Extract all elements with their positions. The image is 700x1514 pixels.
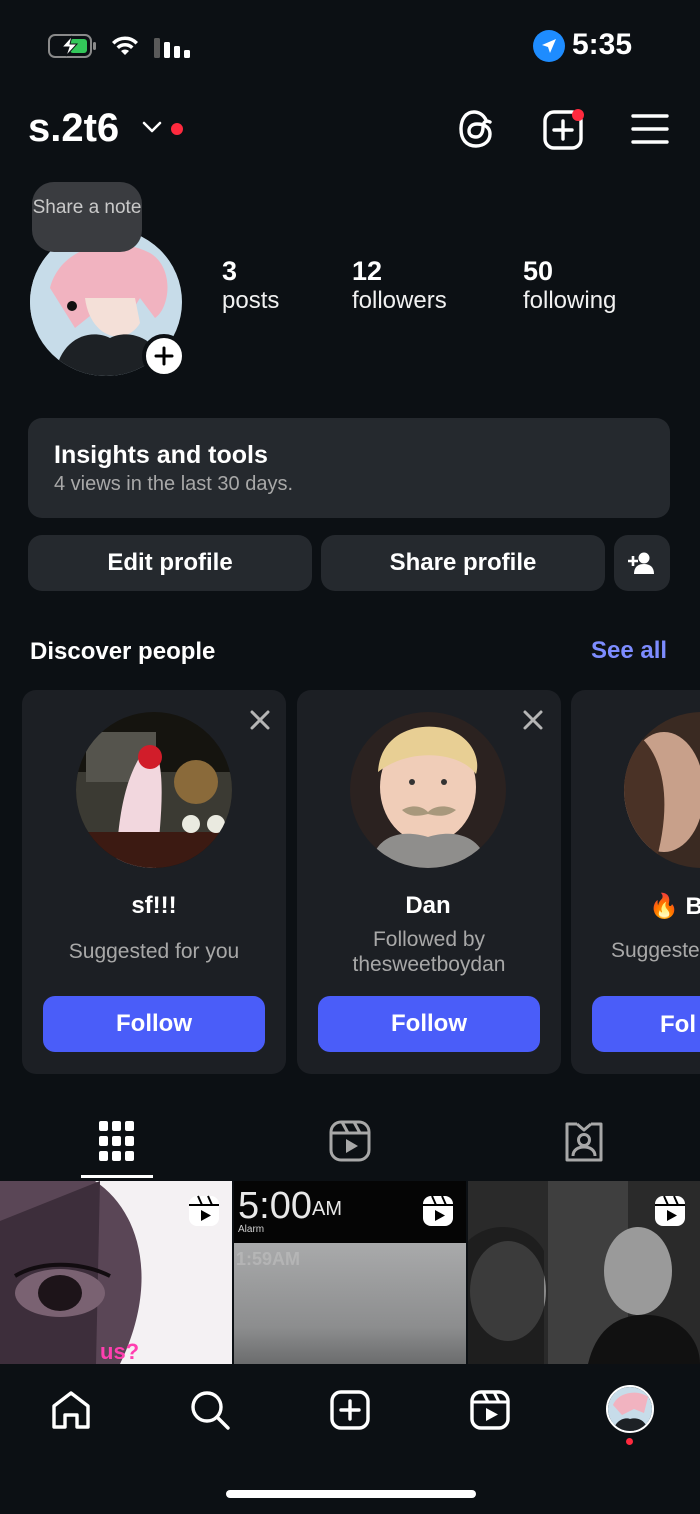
menu-icon[interactable] bbox=[631, 113, 669, 145]
reels-nav-icon[interactable] bbox=[469, 1389, 511, 1431]
suggestion-name[interactable]: 🔥 B bbox=[649, 892, 700, 921]
edit-profile-button[interactable]: Edit profile bbox=[28, 535, 312, 591]
posts-count: 3 bbox=[222, 256, 238, 286]
reel-badge-icon bbox=[655, 1195, 685, 1226]
suggestion-avatar[interactable] bbox=[76, 712, 232, 868]
followers-stat[interactable]: 12 followers bbox=[352, 256, 447, 315]
post-alarm-label: Alarm bbox=[238, 1224, 265, 1235]
posts-stat[interactable]: 3 posts bbox=[222, 256, 279, 315]
post-thumbnail[interactable]: us? bbox=[0, 1181, 232, 1364]
suggestion-name[interactable]: Dan bbox=[297, 892, 560, 920]
plus-icon bbox=[154, 346, 174, 366]
status-time: 5:35 bbox=[572, 28, 633, 61]
home-indicator bbox=[226, 1490, 476, 1498]
post-thumbnail[interactable] bbox=[468, 1181, 700, 1364]
reels-tab-icon[interactable] bbox=[329, 1120, 371, 1162]
wifi-icon bbox=[112, 36, 138, 55]
following-count: 50 bbox=[523, 256, 554, 286]
posts-label: posts bbox=[222, 287, 280, 314]
suggestion-card[interactable]: sf!!! Suggested for you Follow bbox=[22, 690, 286, 1074]
active-tab-indicator bbox=[81, 1175, 153, 1178]
add-person-icon bbox=[628, 552, 654, 574]
suggestion-name[interactable]: sf!!! bbox=[22, 892, 286, 920]
post-faded-time: 1:59AM bbox=[236, 1249, 301, 1269]
battery-charging-icon bbox=[48, 34, 96, 58]
suggestion-reason-line1: Followed by bbox=[372, 928, 486, 951]
close-icon[interactable] bbox=[248, 708, 272, 732]
close-icon[interactable] bbox=[521, 708, 545, 732]
suggestion-reason: Suggested for you bbox=[68, 940, 240, 963]
grid-tab-icon[interactable] bbox=[99, 1121, 135, 1161]
create-post-icon[interactable] bbox=[329, 1389, 371, 1431]
post-overlay-text: us? bbox=[100, 1339, 140, 1364]
insights-title: Insights and tools bbox=[54, 441, 268, 469]
profile-nav-avatar[interactable] bbox=[606, 1385, 654, 1433]
suggestion-avatar[interactable] bbox=[350, 712, 506, 868]
suggestion-reason: Suggeste bbox=[611, 939, 700, 962]
post-alarm-time: 5:00 bbox=[238, 1185, 312, 1227]
follow-button[interactable]: Fol bbox=[592, 996, 700, 1052]
post-thumbnail[interactable]: 5:00 AM Alarm 1:59AM bbox=[234, 1181, 466, 1364]
reel-badge-icon bbox=[189, 1195, 219, 1226]
follow-button[interactable]: Follow bbox=[43, 996, 265, 1052]
search-icon[interactable] bbox=[189, 1389, 231, 1431]
threads-icon[interactable] bbox=[457, 108, 497, 150]
suggestion-avatar[interactable] bbox=[624, 712, 700, 868]
home-icon[interactable] bbox=[50, 1390, 92, 1430]
following-label: following bbox=[523, 287, 617, 314]
profile-notification-dot bbox=[626, 1438, 633, 1445]
follow-button-label: Fol bbox=[660, 1011, 696, 1038]
location-arrow-icon bbox=[533, 30, 565, 62]
share-profile-button[interactable]: Share profile bbox=[321, 535, 605, 591]
reel-badge-icon bbox=[423, 1195, 453, 1226]
share-note-bubble[interactable]: Share a note bbox=[32, 182, 142, 252]
post-alarm-ampm: AM bbox=[312, 1198, 342, 1220]
notification-dot bbox=[171, 123, 183, 135]
discover-people-title: Discover people bbox=[30, 638, 216, 665]
followers-count: 12 bbox=[352, 256, 383, 286]
follow-button[interactable]: Follow bbox=[318, 996, 540, 1052]
suggestion-reason-line2: thesweetboydan bbox=[352, 953, 506, 976]
tagged-tab-icon[interactable] bbox=[563, 1120, 605, 1162]
cellular-signal-icon bbox=[154, 38, 190, 58]
add-story-button[interactable] bbox=[142, 334, 186, 378]
see-all-link[interactable]: See all bbox=[591, 637, 667, 665]
insights-subtitle: 4 views in the last 30 days. bbox=[54, 473, 294, 495]
followers-label: followers bbox=[352, 287, 447, 314]
account-username[interactable]: s.2t6 bbox=[28, 106, 119, 151]
following-stat[interactable]: 50 following bbox=[523, 256, 616, 315]
chevron-down-icon[interactable] bbox=[142, 120, 162, 134]
create-new-icon[interactable] bbox=[542, 108, 586, 152]
status-bar: 5:35 bbox=[0, 0, 700, 80]
discover-people-button[interactable] bbox=[614, 535, 670, 591]
suggestion-card[interactable]: Dan Followed by thesweetboydan Follow bbox=[297, 690, 561, 1074]
suggestion-card[interactable]: 🔥 B Suggeste Fol bbox=[571, 690, 700, 1074]
